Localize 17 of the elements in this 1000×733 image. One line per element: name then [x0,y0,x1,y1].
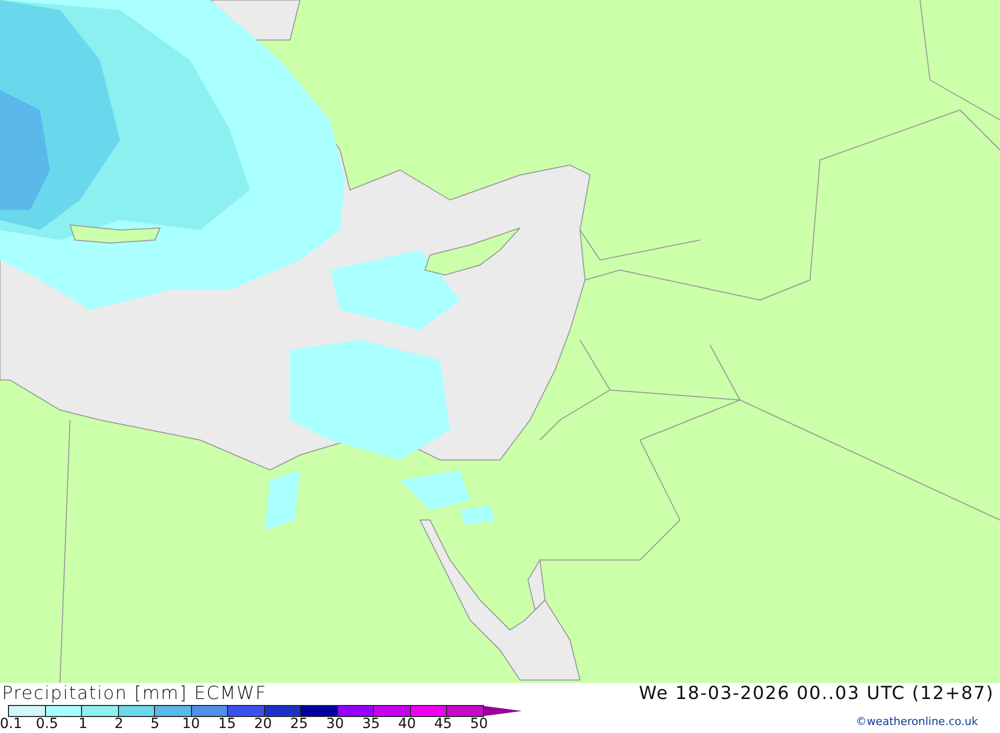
legend-label: 20 [253,717,273,732]
legend-label: 0.5 [34,717,60,732]
legend-label: 0.1 [0,717,24,732]
legend-label: 1 [78,717,88,732]
chart-title: Precipitation [mm] ECMWF [2,683,268,705]
legend-label: 2 [114,717,124,732]
valid-time: We 18-03-2026 00..03 UTC (12+87) [638,683,994,705]
legend-label: 25 [289,717,309,732]
legend-label: 50 [469,717,489,732]
legend-label: 15 [217,717,237,732]
legend-label: 35 [361,717,381,732]
copyright-link[interactable]: ©weatheronline.co.uk [856,715,978,728]
legend-label: 10 [181,717,201,732]
legend-label: 30 [325,717,345,732]
legend-label: 40 [397,717,417,732]
legend-label: 5 [150,717,160,732]
legend-label: 45 [433,717,453,732]
